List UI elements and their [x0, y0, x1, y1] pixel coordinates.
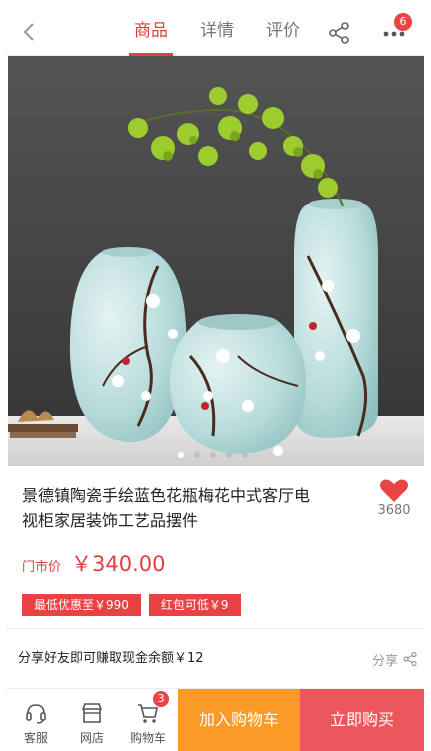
- top-nav: 商品 详情 评价 6: [6, 8, 424, 56]
- more-badge: 6: [394, 13, 412, 31]
- customer-service-label: 客服: [23, 731, 48, 745]
- buy-now-button[interactable]: 立即购买: [300, 689, 424, 751]
- share-button[interactable]: 分享: [372, 648, 418, 670]
- gallery-dot[interactable]: [226, 452, 232, 458]
- tab-reviews[interactable]: 评价: [250, 8, 316, 56]
- add-to-cart-button[interactable]: 加入购物车: [178, 689, 300, 751]
- favorite-count: 3680: [377, 503, 411, 518]
- gallery-dots: [178, 452, 248, 458]
- cart-button[interactable]: 3 购物车: [120, 689, 176, 751]
- headset-icon: [26, 704, 46, 724]
- tab-bar: 商品 详情 评价: [118, 8, 316, 56]
- cart-badge: 3: [153, 691, 169, 707]
- gallery-dot[interactable]: [194, 452, 200, 458]
- bottom-action-bar: 客服 网店 3 购物车 加入购物车 立即购买: [6, 688, 424, 751]
- share-row: 分享好友即可赚取现金余额￥12 分享: [18, 648, 418, 670]
- cart-label: 购物车: [129, 731, 166, 745]
- divider: [6, 628, 424, 629]
- back-arrow-icon[interactable]: [18, 20, 42, 44]
- share-reward-text: 分享好友即可赚取现金余额￥12: [18, 651, 204, 666]
- vase-illustration: [8, 56, 424, 466]
- tab-details[interactable]: 详情: [184, 8, 250, 56]
- shop-button[interactable]: 网店: [64, 689, 120, 751]
- price: ￥340.00: [71, 552, 166, 576]
- gallery-dot[interactable]: [178, 452, 184, 458]
- product-page: 商品 详情 评价 6 景德镇陶瓷手绘蓝色花瓶梅花中式客厅电视柜家居装饰工艺品摆件…: [6, 8, 424, 751]
- price-row: 门市价 ￥340.00: [22, 548, 166, 578]
- promo-tag: 红包可低￥9: [148, 594, 241, 616]
- share-icon[interactable]: [326, 20, 352, 46]
- share-button-label: 分享: [371, 653, 398, 669]
- price-label: 门市价: [22, 560, 62, 575]
- customer-service-button[interactable]: 客服: [8, 689, 64, 751]
- tab-product[interactable]: 商品: [118, 8, 184, 56]
- store-icon: [81, 703, 103, 723]
- gallery-dot[interactable]: [210, 452, 216, 458]
- promo-tag: 最低优惠至￥990: [22, 594, 141, 616]
- product-title: 景德镇陶瓷手绘蓝色花瓶梅花中式客厅电视柜家居装饰工艺品摆件: [22, 486, 311, 530]
- product-image[interactable]: [8, 56, 424, 466]
- promo-tags: 最低优惠至￥990 红包可低￥9: [22, 594, 241, 616]
- heart-icon[interactable]: [376, 478, 412, 504]
- share-icon: [403, 651, 417, 667]
- shop-label: 网店: [79, 731, 104, 745]
- gallery-dot[interactable]: [242, 452, 248, 458]
